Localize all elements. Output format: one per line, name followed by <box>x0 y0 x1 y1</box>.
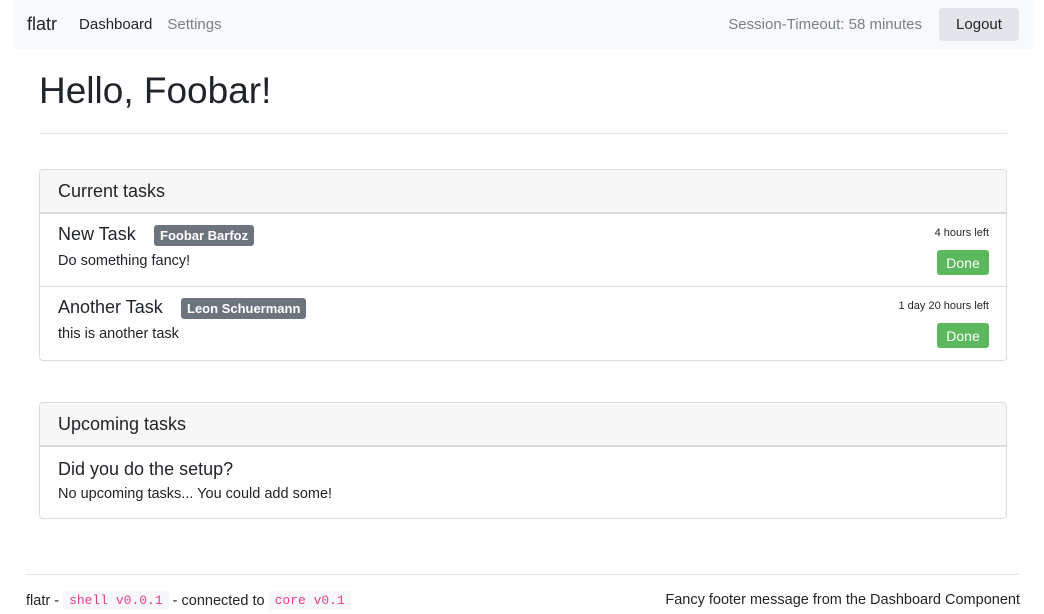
done-button[interactable]: Done <box>937 250 989 275</box>
session-timeout-text: Session-Timeout: 58 minutes <box>728 16 922 33</box>
task-title: Another Task <box>58 297 163 317</box>
time-left-text: 1 day 20 hours left <box>898 300 989 312</box>
current-tasks-card: Current tasks New Task Foobar Barfoz Do … <box>39 169 1007 361</box>
nav-link-settings[interactable]: Settings <box>167 16 221 33</box>
time-left-text: 4 hours left <box>934 227 989 239</box>
upcoming-text: No upcoming tasks... You could add some! <box>58 486 333 502</box>
footer-connected-text: - connected to <box>172 592 265 609</box>
title-divider <box>39 133 1007 134</box>
page-title: Hello, Foobar! <box>39 70 272 111</box>
current-tasks-header: Current tasks <box>40 170 1006 214</box>
upcoming-title: Did you do the setup? <box>58 459 234 479</box>
brand-link[interactable]: flatr <box>27 14 57 35</box>
top-navbar: flatr Dashboard Settings Session-Timeout… <box>13 0 1033 49</box>
upcoming-tasks-header: Upcoming tasks <box>40 403 1006 447</box>
shell-version-code: shell v0.0.1 <box>63 591 169 610</box>
task-description: Do something fancy! <box>58 253 191 269</box>
task-item: Another Task Leon Schuermann this is ano… <box>40 287 1006 360</box>
footer-version-info: flatr - shell v0.0.1 - connected to core… <box>26 591 355 610</box>
task-item: New Task Foobar Barfoz Do something fanc… <box>40 214 1006 287</box>
upcoming-tasks-card: Upcoming tasks Did you do the setup? No … <box>39 402 1007 519</box>
footer-divider <box>26 574 1020 575</box>
footer-message: Fancy footer message from the Dashboard … <box>665 592 1020 608</box>
task-description: this is another task <box>58 326 179 342</box>
upcoming-tasks-body: Did you do the setup? No upcoming tasks.… <box>40 447 1006 518</box>
assignee-badge: Foobar Barfoz <box>154 225 255 246</box>
footer-prefix: flatr - <box>26 592 60 609</box>
nav-link-dashboard[interactable]: Dashboard <box>79 16 152 33</box>
assignee-badge: Leon Schuermann <box>181 298 307 319</box>
done-button[interactable]: Done <box>937 323 989 348</box>
task-title: New Task <box>58 224 136 244</box>
logout-button[interactable]: Logout <box>939 8 1019 41</box>
core-version-code: core v0.1 <box>268 591 351 610</box>
